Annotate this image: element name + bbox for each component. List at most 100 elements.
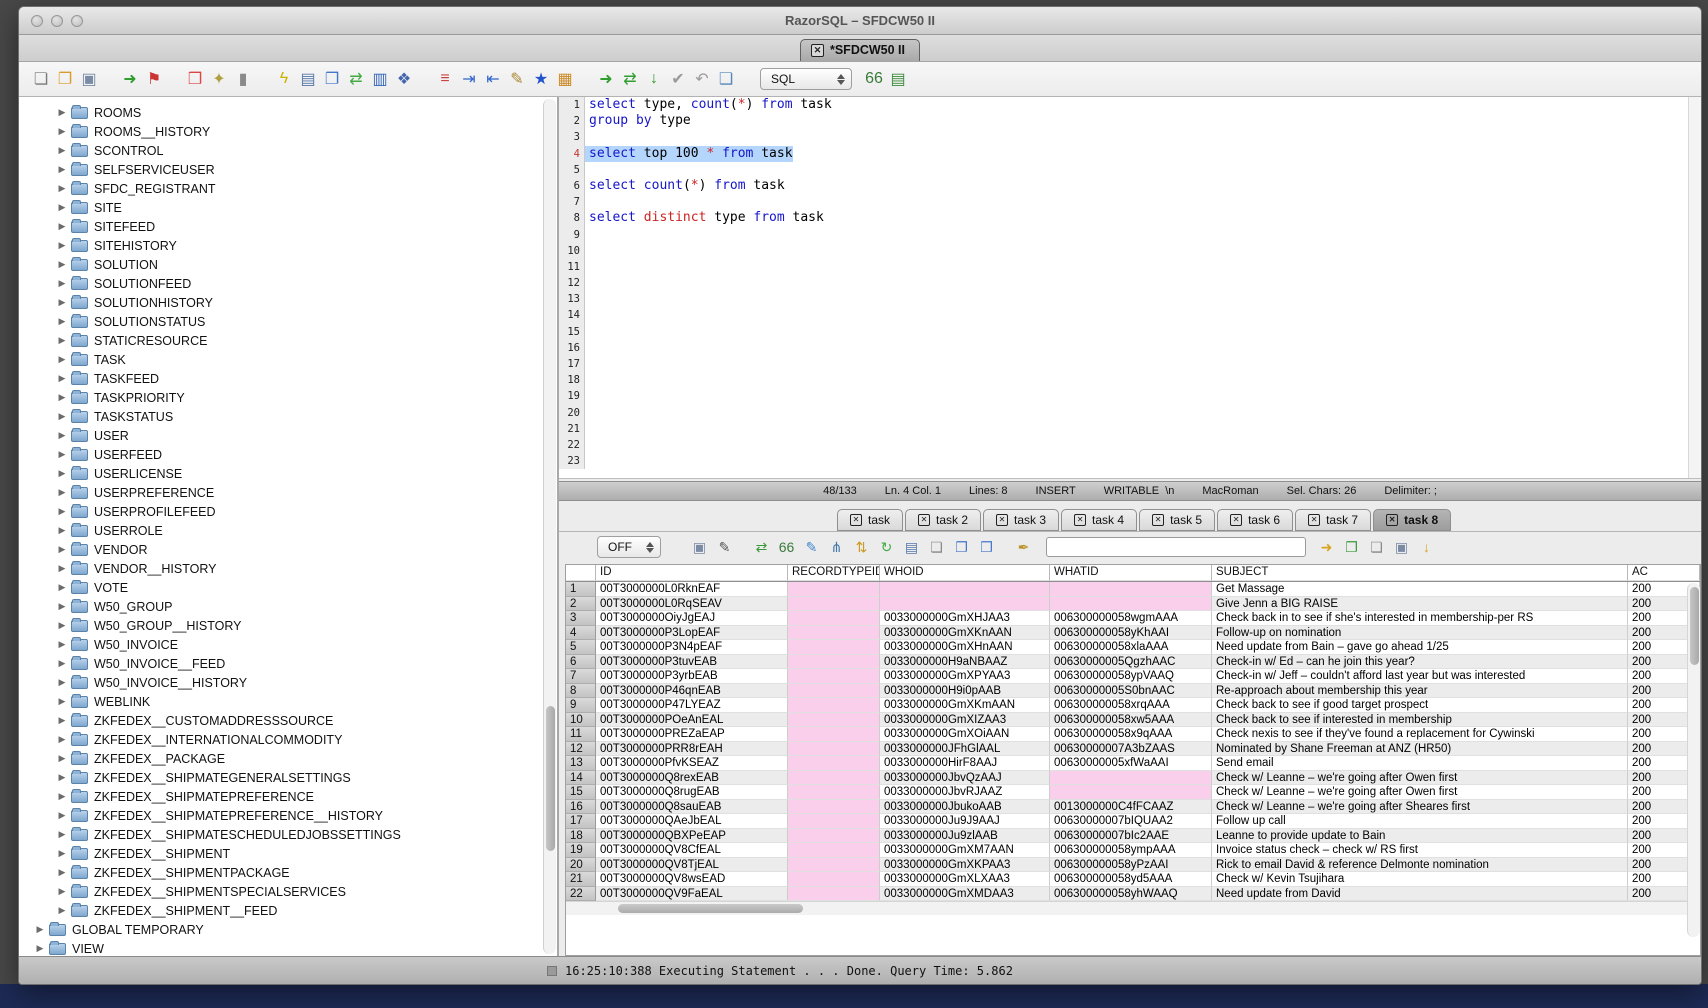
tree-item-rooms-history[interactable]: ▶ROOMS__HISTORY <box>19 122 557 141</box>
tree-item-user[interactable]: ▶USER <box>19 426 557 445</box>
close-tab-icon[interactable]: ✕ <box>918 514 930 526</box>
table-cell-subject[interactable]: Check-in w/ Jeff – couldn't afford last … <box>1212 669 1628 684</box>
align-sql-icon[interactable]: ⇤ <box>482 68 504 90</box>
table-cell-whatid[interactable] <box>1050 771 1212 786</box>
expand-arrow-icon[interactable]: ▶ <box>55 620 69 631</box>
close-tab-icon[interactable]: ✕ <box>1074 514 1086 526</box>
table-cell-num[interactable]: 16 <box>566 800 596 815</box>
table-row[interactable]: 900T3000000P47LYEAZ0033000000GmXKmAAN006… <box>566 698 1700 713</box>
table-row[interactable]: 300T3000000OiyJgEAJ0033000000GmXHJAA3006… <box>566 611 1700 626</box>
results-tab-task-3[interactable]: ✕task 3 <box>983 509 1059 531</box>
results-tab-task-8[interactable]: ✕task 8 <box>1373 509 1451 531</box>
expand-arrow-icon[interactable]: ▶ <box>55 487 69 498</box>
generate-script-icon[interactable]: ❏ <box>1366 537 1387 558</box>
new-db-object-icon[interactable]: ✦ <box>208 68 230 90</box>
table-cell-recordtypeid[interactable] <box>788 698 880 713</box>
table-cell-num[interactable]: 17 <box>566 814 596 829</box>
close-tab-icon[interactable]: ✕ <box>1230 514 1242 526</box>
table-cell-id[interactable]: 00T3000000Q8rexEAB <box>596 771 788 786</box>
tree-item-view[interactable]: ▶VIEW <box>19 939 557 956</box>
table-cell-subject[interactable]: Invoice status check – check w/ RS first <box>1212 843 1628 858</box>
table-cell-subject[interactable]: Need update from Bain – gave go ahead 1/… <box>1212 640 1628 655</box>
table-cell-recordtypeid[interactable] <box>788 800 880 815</box>
table-cell-recordtypeid[interactable] <box>788 626 880 641</box>
table-cell-whatid[interactable]: 006300000058wgmAAA <box>1050 611 1212 626</box>
rollback-icon[interactable]: ↶ <box>691 68 713 90</box>
open-file-icon[interactable]: ❐ <box>54 68 76 90</box>
indent-sql-icon[interactable]: ⇥ <box>458 68 480 90</box>
table-cell-id[interactable]: 00T3000000P46qnEAB <box>596 684 788 699</box>
expand-arrow-icon[interactable]: ▶ <box>55 221 69 232</box>
copy-row-icon[interactable]: ❏ <box>926 537 947 558</box>
table-cell-num[interactable]: 11 <box>566 727 596 742</box>
table-cell-whoid[interactable]: 0033000000JbvQzAAJ <box>880 771 1050 786</box>
table-cell-whoid[interactable]: 0033000000GmXPYAA3 <box>880 669 1050 684</box>
table-cell-whoid[interactable]: 0033000000H9i0pAAB <box>880 684 1050 699</box>
view-as-text-icon[interactable]: 66 <box>776 537 797 558</box>
table-cell-num[interactable]: 8 <box>566 684 596 699</box>
table-cell-id[interactable]: 00T3000000Q8rugEAB <box>596 785 788 800</box>
expand-arrow-icon[interactable]: ▶ <box>55 677 69 688</box>
table-cell-whoid[interactable]: 0033000000GmXKPAA3 <box>880 858 1050 873</box>
table-cell-id[interactable]: 00T3000000QAeJbEAL <box>596 814 788 829</box>
query-builder-icon[interactable]: ❑ <box>715 68 737 90</box>
table-cell-recordtypeid[interactable] <box>788 684 880 699</box>
grid-vscrollbar-thumb[interactable] <box>1690 587 1699 665</box>
results-tab-task-7[interactable]: ✕task 7 <box>1295 509 1371 531</box>
table-row[interactable]: 1300T3000000PfvKSEAZ0033000000HirF8AAJ00… <box>566 756 1700 771</box>
titlebar[interactable]: RazorSQL – SFDCW50 II <box>19 7 1701 35</box>
table-row[interactable]: 1800T3000000QBXPeEAP0033000000Ju9zlAAB00… <box>566 829 1700 844</box>
table-cell-whoid[interactable]: 0033000000GmXM7AAN <box>880 843 1050 858</box>
table-cell-id[interactable]: 00T3000000PREZaEAP <box>596 727 788 742</box>
copy-with-headers-icon[interactable]: ❒ <box>976 537 997 558</box>
table-cell-num[interactable]: 18 <box>566 829 596 844</box>
table-cell-num[interactable]: 3 <box>566 611 596 626</box>
tree-item-vendor[interactable]: ▶VENDOR <box>19 540 557 559</box>
table-row[interactable]: 1600T3000000Q8sauEAB0033000000JbukoAAB00… <box>566 800 1700 815</box>
table-cell-recordtypeid[interactable] <box>788 829 880 844</box>
table-cell-num[interactable]: 22 <box>566 887 596 902</box>
table-cell-whatid[interactable]: 00630000005xfWaAAI <box>1050 756 1212 771</box>
table-cell-recordtypeid[interactable] <box>788 742 880 757</box>
tree-view-icon[interactable]: ⋔ <box>826 537 847 558</box>
expand-arrow-icon[interactable]: ▶ <box>55 411 69 422</box>
table-cell-id[interactable]: 00T3000000QV8TjEAL <box>596 858 788 873</box>
table-cell-whoid[interactable] <box>880 582 1050 597</box>
expand-arrow-icon[interactable]: ▶ <box>55 829 69 840</box>
table-row[interactable]: 100T3000000L0RknEAFGet Massage200 <box>566 582 1700 597</box>
table-cell-subject[interactable]: Check back to see if good target prospec… <box>1212 698 1628 713</box>
tree-item-zkfedex-internationalcommodity[interactable]: ▶ZKFEDEX__INTERNATIONALCOMMODITY <box>19 730 557 749</box>
refresh-results-icon[interactable]: ⇄ <box>751 537 772 558</box>
filter-results-icon[interactable]: ✎ <box>714 537 735 558</box>
reload-table-icon[interactable]: ↻ <box>876 537 897 558</box>
expand-arrow-icon[interactable]: ▶ <box>55 145 69 156</box>
table-row[interactable]: 1400T3000000Q8rexEAB0033000000JbvQzAAJCh… <box>566 771 1700 786</box>
table-cell-recordtypeid[interactable] <box>788 872 880 887</box>
expand-arrow-icon[interactable]: ▶ <box>55 848 69 859</box>
table-cell-subject[interactable]: Rick to email David & reference Delmonte… <box>1212 858 1628 873</box>
table-row[interactable]: 2200T3000000QV9FaEAL0033000000GmXMDAA300… <box>566 887 1700 902</box>
table-cell-subject[interactable]: Check nexis to see if they've found a re… <box>1212 727 1628 742</box>
table-row[interactable]: 600T3000000P3tuvEAB0033000000H9aNBAAZ006… <box>566 655 1700 670</box>
refresh-pages-icon[interactable]: ⇄ <box>345 68 367 90</box>
table-cell-recordtypeid[interactable] <box>788 597 880 612</box>
expand-arrow-icon[interactable]: ▶ <box>55 601 69 612</box>
table-cell-whatid[interactable]: 00630000007A3bZAAS <box>1050 742 1212 757</box>
table-cell-num[interactable]: 4 <box>566 626 596 641</box>
tree-scrollbar[interactable] <box>543 99 556 954</box>
table-cell-whoid[interactable]: 0033000000GmXOiAAN <box>880 727 1050 742</box>
expand-arrow-icon[interactable]: ▶ <box>55 791 69 802</box>
export-page-icon[interactable]: ❐ <box>321 68 343 90</box>
table-cell-num[interactable]: 15 <box>566 785 596 800</box>
table-cell-id[interactable]: 00T3000000L0RqSEAV <box>596 597 788 612</box>
tree-item-w50-invoice-history[interactable]: ▶W50_INVOICE__HISTORY <box>19 673 557 692</box>
table-row[interactable]: 800T3000000P46qnEAB0033000000H9i0pAAB006… <box>566 684 1700 699</box>
copy-results-icon[interactable]: ❐ <box>951 537 972 558</box>
database-icon[interactable]: ▮ <box>232 68 254 90</box>
column-header-ac[interactable]: AC <box>1628 565 1700 581</box>
tree-item-userfeed[interactable]: ▶USERFEED <box>19 445 557 464</box>
tree-item-solutionfeed[interactable]: ▶SOLUTIONFEED <box>19 274 557 293</box>
table-cell-whatid[interactable]: 006300000058yPzAAI <box>1050 858 1212 873</box>
execute-lightning-icon[interactable]: ϟ <box>273 68 295 90</box>
table-row[interactable]: 200T3000000L0RqSEAVGive Jenn a BIG RAISE… <box>566 597 1700 612</box>
